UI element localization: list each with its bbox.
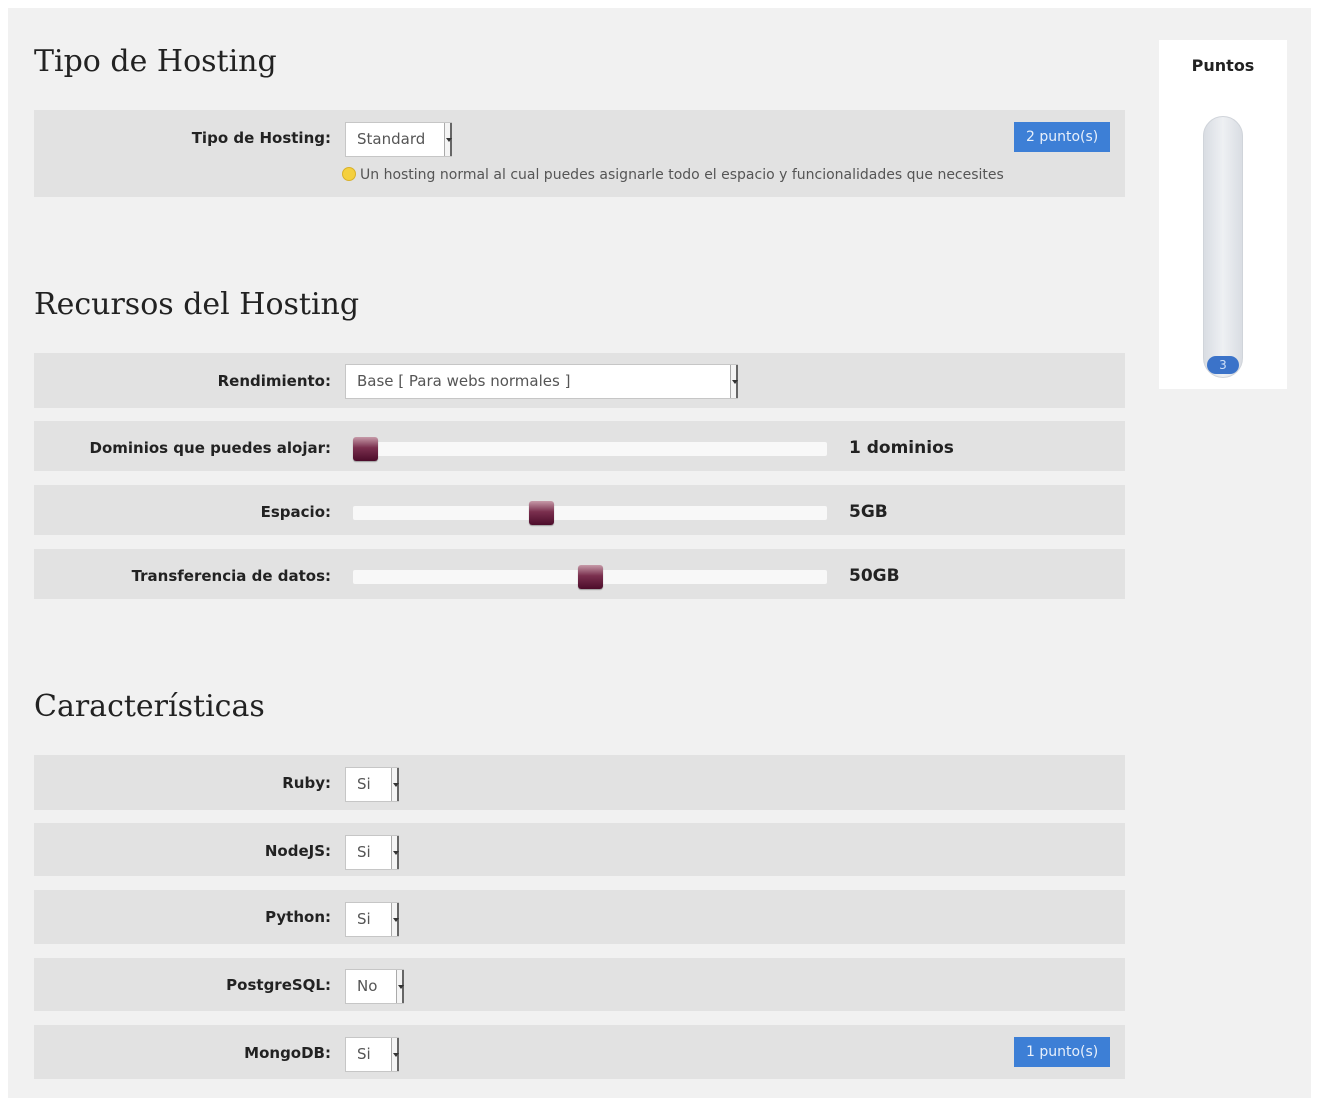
nodejs-select-value: Si [357, 843, 371, 861]
transferencia-label: Transferencia de datos: [131, 567, 331, 585]
dropdown-arrow-icon [391, 768, 399, 801]
section-title-tipo-hosting: Tipo de Hosting [34, 44, 277, 79]
dominios-slider[interactable] [353, 437, 827, 461]
python-label: Python: [265, 908, 331, 926]
espacio-label: Espacio: [260, 503, 331, 521]
puntos-meter: 3 [1203, 116, 1243, 378]
puntos-panel: Puntos 3 [1159, 40, 1287, 389]
dropdown-arrow-icon [391, 836, 399, 869]
dropdown-arrow-icon [730, 365, 738, 398]
row-tipo-hosting: Tipo de Hosting: Standard 2 punto(s) Un … [34, 110, 1125, 197]
row-espacio: Espacio: 5GB [34, 485, 1125, 535]
row-ruby: Ruby: Si [34, 755, 1125, 810]
section-title-recursos: Recursos del Hosting [34, 287, 360, 322]
postgresql-select-value: No [357, 977, 378, 995]
postgresql-label: PostgreSQL: [226, 976, 331, 994]
dropdown-arrow-icon [391, 1038, 399, 1071]
python-select-value: Si [357, 910, 371, 928]
nodejs-select[interactable]: Si [345, 835, 399, 870]
row-mongodb: MongoDB: Si 1 punto(s) [34, 1025, 1125, 1079]
dominios-slider-handle[interactable] [353, 437, 378, 461]
row-python: Python: Si [34, 890, 1125, 944]
row-postgresql: PostgreSQL: No [34, 958, 1125, 1011]
lightbulb-icon [342, 167, 356, 181]
dropdown-arrow-icon [391, 903, 399, 936]
dropdown-arrow-icon [444, 123, 452, 156]
tipo-hosting-hint-text: Un hosting normal al cual puedes asignar… [360, 167, 1004, 183]
ruby-select[interactable]: Si [345, 767, 399, 802]
nodejs-label: NodeJS: [264, 842, 331, 860]
tipo-hosting-label: Tipo de Hosting: [191, 129, 331, 147]
rendimiento-select[interactable]: Base [ Para webs normales ] [345, 364, 738, 399]
tipo-hosting-select[interactable]: Standard [345, 122, 452, 157]
transferencia-value: 50GB [849, 566, 900, 586]
mongodb-select-value: Si [357, 1045, 371, 1063]
espacio-slider[interactable] [353, 501, 827, 525]
rendimiento-label: Rendimiento: [217, 372, 331, 390]
espacio-slider-handle[interactable] [528, 501, 554, 525]
rendimiento-select-value: Base [ Para webs normales ] [357, 372, 571, 390]
tipo-hosting-points-badge: 2 punto(s) [1014, 122, 1111, 152]
dropdown-arrow-icon [396, 970, 404, 1003]
transferencia-slider[interactable] [353, 565, 827, 589]
mongodb-select[interactable]: Si [345, 1037, 399, 1072]
section-title-caracteristicas: Características [34, 689, 265, 724]
row-transferencia: Transferencia de datos: 50GB [34, 549, 1125, 599]
row-rendimiento: Rendimiento: Base [ Para webs normales ] [34, 353, 1125, 408]
mongodb-label: MongoDB: [244, 1044, 331, 1062]
postgresql-select[interactable]: No [345, 969, 404, 1004]
puntos-meter-value: 3 [1207, 356, 1239, 374]
dominios-label: Dominios que puedes alojar: [89, 439, 332, 457]
puntos-title: Puntos [1191, 56, 1255, 75]
mongodb-points-badge: 1 punto(s) [1014, 1037, 1111, 1067]
python-select[interactable]: Si [345, 902, 399, 937]
espacio-value: 5GB [849, 502, 888, 522]
tipo-hosting-hint: Un hosting normal al cual puedes asignar… [342, 167, 1004, 183]
tipo-hosting-select-value: Standard [357, 130, 426, 148]
transferencia-slider-handle[interactable] [578, 565, 603, 589]
dominios-value: 1 dominios [849, 438, 954, 458]
ruby-label: Ruby: [282, 774, 331, 792]
row-nodejs: NodeJS: Si [34, 823, 1125, 876]
ruby-select-value: Si [357, 775, 371, 793]
row-dominios: Dominios que puedes alojar: 1 dominios [34, 421, 1125, 471]
